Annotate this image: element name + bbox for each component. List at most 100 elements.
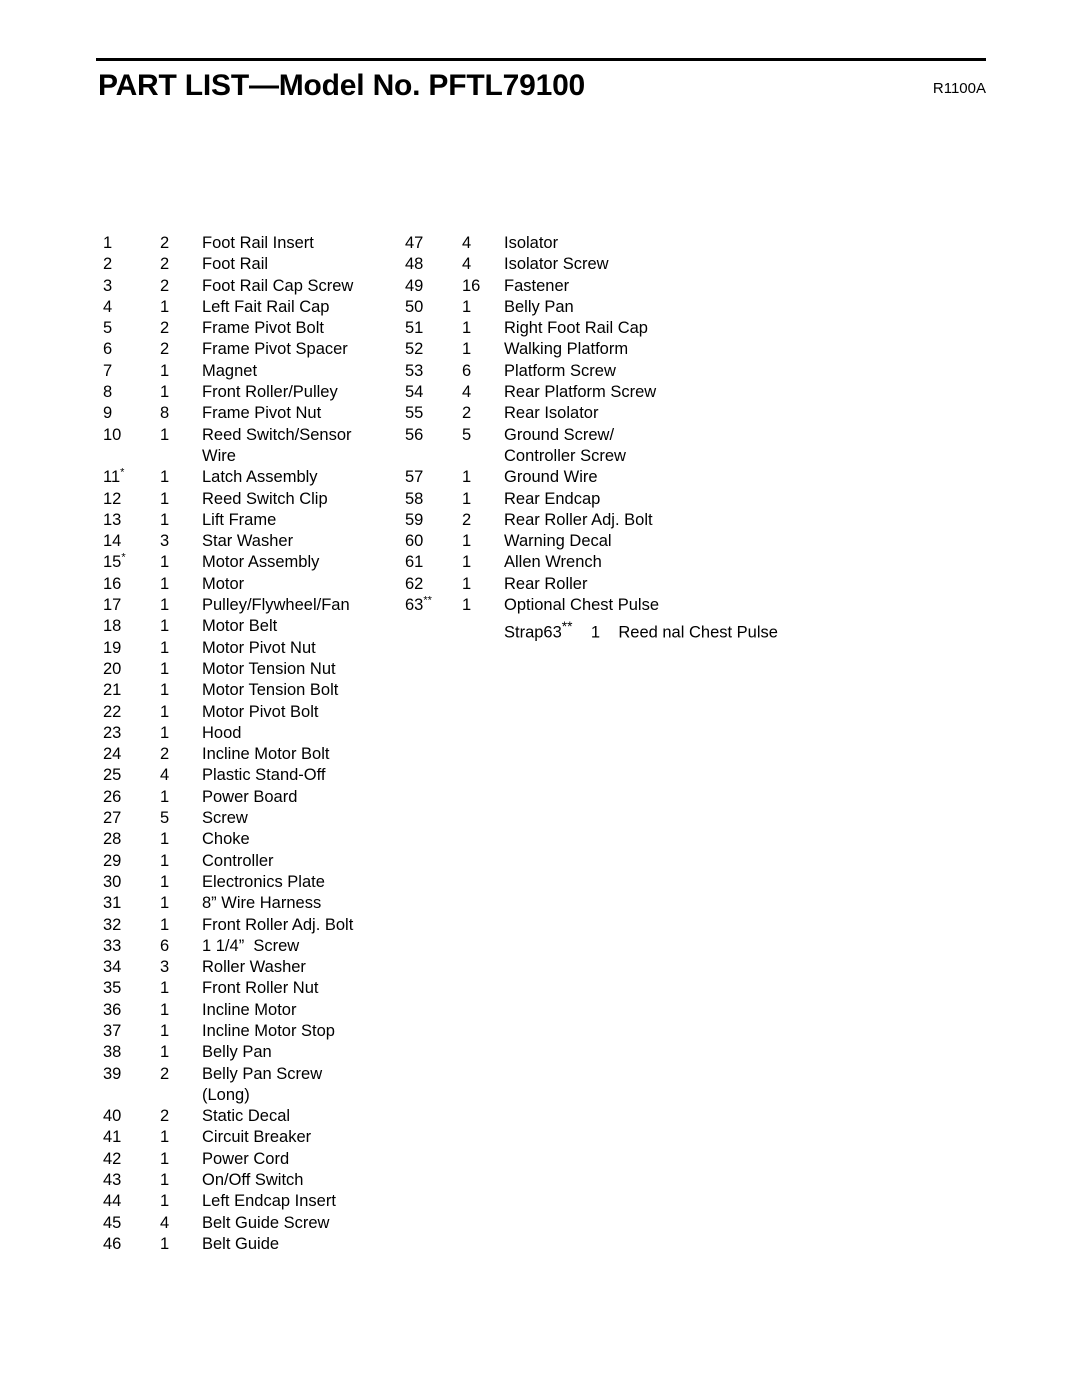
part-quantity: 1 — [160, 681, 170, 700]
part-number: 45 — [103, 1213, 122, 1232]
part-row: 25 4 Plastic Stand-Off — [103, 765, 403, 786]
part-number: 61 — [405, 553, 424, 572]
part-row: 22 1 Motor Pivot Bolt — [103, 702, 403, 723]
parts-column-left: 1 2 Foot Rail Insert 2 2 Foot Rail 3 2 Foot Rail… — [103, 233, 403, 1255]
part-description: 1 1/4” Screw — [202, 936, 300, 955]
part-description: Star Washer — [202, 532, 294, 551]
part-number: 15* — [103, 551, 126, 572]
part-description: Plastic Stand-Off — [202, 766, 326, 785]
part-row: 60 1 Warning Decal — [405, 531, 965, 552]
part-quantity: 1 — [160, 787, 170, 806]
part-row: 55 2 Rear Isolator — [405, 403, 965, 424]
part-description: Belly Pan — [202, 1043, 272, 1062]
part-description: Left Endcap Insert — [202, 1192, 336, 1211]
part-quantity: 1 — [462, 297, 472, 316]
part-description: Lift Frame — [202, 510, 277, 529]
part-description: Foot Rail — [202, 255, 269, 274]
part-row: 17 1 Pulley/Flywheel/Fan — [103, 595, 403, 616]
part-quantity: 5 — [160, 809, 170, 828]
part-number: 58 — [405, 489, 424, 508]
part-description: Allen Wrench — [504, 553, 602, 572]
part-description: Frame Pivot Bolt — [202, 319, 324, 338]
part-number: 23 — [103, 723, 122, 742]
part-description: Choke — [202, 830, 250, 849]
part-number: 6 — [103, 340, 113, 359]
part-row: 40 2 Static Decal — [103, 1106, 403, 1127]
part-number: 36 — [103, 1000, 122, 1019]
part-quantity: 1 — [462, 596, 472, 615]
part-row: 19 1 Motor Pivot Nut — [103, 638, 403, 659]
part-number: 53 — [405, 361, 424, 380]
part-row: 4 1 Left Fait Rail Cap — [103, 297, 403, 318]
part-row: 37 1 Incline Motor Stop — [103, 1021, 403, 1042]
part-description: Static Decal — [202, 1107, 291, 1126]
part-number: 48 — [405, 255, 424, 274]
part-row: 58 1 Rear Endcap — [405, 489, 965, 510]
part-description: Walking Platform — [504, 340, 629, 359]
part-row: 51 1 Right Foot Rail Cap — [405, 318, 965, 339]
part-quantity: 4 — [160, 1213, 170, 1232]
part-number: 39 — [103, 1064, 122, 1083]
part-quantity: 2 — [160, 340, 170, 359]
part-row-continuation: Controller Screw — [405, 446, 965, 467]
part-number: 44 — [103, 1192, 122, 1211]
part-description: Incline Motor Bolt — [202, 745, 330, 764]
part-description: Left Fait Rail Cap — [202, 297, 330, 316]
part-quantity: 1 — [160, 1000, 170, 1019]
part-description: Strap63** 1 Reed nal Chest Pulse — [504, 619, 778, 642]
part-quantity: 2 — [160, 1064, 170, 1083]
part-quantity: 1 — [462, 574, 472, 593]
part-row: 14 3 Star Washer — [103, 531, 403, 552]
part-quantity: 4 — [160, 766, 170, 785]
part-row: 16 1 Motor — [103, 574, 403, 595]
header-divider-rule — [96, 58, 986, 61]
part-row: 8 1 Front Roller/Pulley — [103, 382, 403, 403]
part-description: Rear Platform Screw — [504, 383, 657, 402]
part-description: Controller Screw — [504, 446, 626, 465]
part-row: 61 1 Allen Wrench — [405, 552, 965, 573]
part-quantity: 1 — [160, 596, 170, 615]
part-number: 35 — [103, 979, 122, 998]
part-number: 47 — [405, 234, 424, 252]
part-description: Motor — [202, 574, 245, 593]
part-row-continuation: (Long) — [103, 1085, 403, 1106]
part-quantity: 8 — [160, 404, 170, 423]
part-quantity: 1 — [462, 468, 472, 487]
part-description: Ground Screw/ — [504, 425, 615, 444]
part-row: 6 2 Frame Pivot Spacer — [103, 339, 403, 360]
part-description: Rear Endcap — [504, 489, 601, 508]
part-number: 11* — [103, 466, 125, 487]
part-quantity: 1 — [160, 489, 170, 508]
part-description: Magnet — [202, 361, 258, 380]
part-row: 30 1 Electronics Plate — [103, 872, 403, 893]
part-row: 36 1 Incline Motor — [103, 1000, 403, 1021]
part-row: 45 4 Belt Guide Screw — [103, 1213, 403, 1234]
part-description: Frame Pivot Spacer — [202, 340, 348, 359]
part-row: 39 2 Belly Pan Screw — [103, 1064, 403, 1085]
part-number: 20 — [103, 659, 122, 678]
part-row: 10 1 Reed Switch/Sensor — [103, 425, 403, 446]
part-quantity: 1 — [160, 702, 170, 721]
part-quantity: 1 — [160, 1128, 170, 1147]
part-row: 21 1 Motor Tension Bolt — [103, 680, 403, 701]
part-quantity: 1 — [462, 553, 472, 572]
part-number: 31 — [103, 894, 122, 913]
part-quantity: 1 — [160, 553, 170, 572]
part-quantity: 6 — [462, 361, 472, 380]
part-description: Foot Rail Cap Screw — [202, 276, 354, 295]
part-quantity: 1 — [462, 489, 472, 508]
part-number: 46 — [103, 1234, 122, 1253]
part-number: 2 — [103, 255, 113, 274]
part-description: Front Roller/Pulley — [202, 383, 338, 402]
part-description: Warning Decal — [504, 532, 612, 551]
part-row: 43 1 On/Off Switch — [103, 1170, 403, 1191]
part-description: Wire — [202, 446, 236, 465]
part-quantity: 1 — [462, 532, 472, 551]
part-quantity: 2 — [160, 319, 170, 338]
part-row: 49 16 Fastener — [405, 276, 965, 297]
part-description: 8” Wire Harness — [202, 894, 322, 913]
part-row: 42 1 Power Cord — [103, 1149, 403, 1170]
part-number: 25 — [103, 766, 122, 785]
part-description: Belt Guide — [202, 1234, 280, 1253]
part-quantity: 1 — [160, 468, 170, 487]
